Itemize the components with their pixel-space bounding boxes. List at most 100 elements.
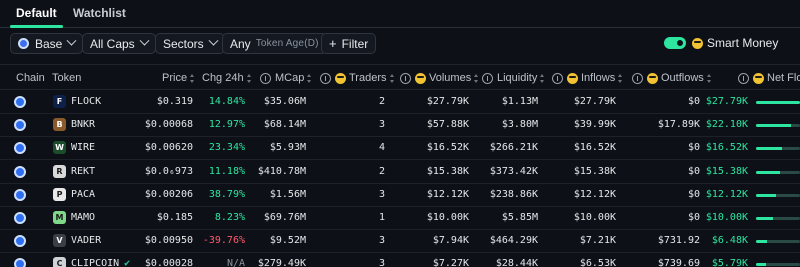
cell-liquidity: $238.86K — [489, 188, 538, 200]
token-symbol: PACA — [71, 188, 96, 200]
cell-netflow: $27.79K — [705, 96, 748, 107]
cell-mcap: $5.93M — [269, 142, 306, 154]
base-chain-icon — [14, 235, 26, 248]
cell-inflows: $10.00K — [573, 212, 616, 223]
column-chg-24h[interactable]: Chg 24h — [202, 72, 252, 84]
smart-money-icon — [647, 72, 658, 84]
token-name[interactable]: VADER — [71, 235, 101, 246]
table-row[interactable]: B BNKR $0.00068 12.97% $68.14M 3 $57.88K $3.80M… — [0, 114, 800, 138]
column-net-flow[interactable]: Net Flow — [738, 72, 800, 84]
column-traders-label: Traders — [349, 72, 387, 84]
table-row[interactable]: M MAMO $0.185 8.23% $69.76M 1 $10.00K $5.85M $10… — [0, 207, 800, 230]
cell-traders: 2 — [378, 96, 385, 107]
net-flow-bar — [756, 263, 800, 267]
caps-select[interactable]: All Caps — [82, 33, 156, 54]
cell-chg: 14.84% — [208, 96, 245, 107]
table-row[interactable]: P PACA $0.00206 38.79% $1.56M 3 $12.12K $238.86… — [0, 184, 800, 207]
token-symbol: VADER — [71, 235, 102, 247]
smart-money-icon — [335, 72, 346, 84]
token-name[interactable]: CLIPCOIN ✔ — [71, 258, 130, 267]
column-liquidity-label: Liquidity — [497, 72, 538, 84]
cell-netflow: $5.79K — [711, 258, 748, 267]
cell-traders: 3 — [378, 258, 385, 267]
cell-price: $0.185 — [156, 212, 193, 223]
token-name[interactable]: WIRE — [71, 142, 95, 153]
cell-chg: 23.34% — [208, 142, 245, 154]
tab-default[interactable]: Default — [16, 6, 57, 20]
token-icon: P — [53, 187, 66, 201]
cell-mcap: $35.06M — [263, 96, 306, 107]
token-name[interactable]: REKT — [71, 166, 95, 177]
token-symbol: WIRE — [71, 142, 96, 154]
smart-money-icon — [692, 37, 703, 49]
cell-inflows: $39.99K — [573, 119, 616, 131]
info-icon — [632, 72, 643, 84]
cell-mcap: $69.76M — [263, 212, 306, 223]
column-traders[interactable]: Traders — [320, 72, 395, 84]
column-mcap[interactable]: MCap — [260, 72, 312, 84]
cell-traders: 2 — [378, 165, 385, 177]
table-row[interactable]: F FLOCK $0.319 14.84% $35.06M 2 $27.79K $1.13M $… — [0, 91, 800, 114]
cell-volumes: $27.79K — [426, 96, 469, 107]
cell-inflows: $15.38K — [573, 165, 616, 177]
cell-outflows: $17.89K — [657, 119, 700, 131]
token-icon: V — [53, 234, 66, 248]
token-icon: R — [53, 164, 66, 178]
column-outflows-label: Outflows — [661, 72, 704, 84]
token-name[interactable]: BNKR — [71, 119, 95, 130]
chevron-down-icon — [66, 35, 77, 46]
cell-inflows: $7.21K — [579, 235, 616, 247]
net-flow-bar-fill — [756, 124, 792, 128]
net-flow-bar-fill — [756, 263, 766, 267]
cell-outflows: $0 — [687, 165, 700, 177]
cell-volumes: $7.94K — [432, 235, 469, 247]
net-flow-bar — [756, 240, 800, 244]
cell-liquidity: $5.85M — [501, 212, 538, 223]
cell-netflow: $22.10K — [705, 119, 748, 131]
cell-chg: N/A — [226, 258, 245, 267]
sectors-select[interactable]: Sectors — [155, 33, 225, 54]
tab-watchlist[interactable]: Watchlist — [73, 6, 126, 20]
base-chain-icon — [18, 38, 29, 49]
chevron-down-icon — [139, 35, 150, 46]
table-row[interactable]: C CLIPCOIN ✔ $0.00028 N/A $279.49K 3 $7.27K $28.… — [0, 253, 800, 267]
info-icon — [400, 72, 411, 84]
column-volumes[interactable]: Volumes — [400, 72, 479, 84]
sort-icon — [389, 73, 395, 83]
verified-icon: ✔ — [124, 258, 131, 267]
net-flow-bar — [756, 193, 800, 197]
cell-chg: 12.97% — [208, 119, 245, 131]
token-icon: B — [53, 118, 66, 132]
chevron-down-icon — [208, 35, 219, 46]
net-flow-bar — [756, 124, 800, 128]
net-flow-bar-fill — [756, 101, 800, 104]
add-filter-button[interactable]: + Filter — [321, 33, 377, 54]
table-header: Chain Token Price Chg 24h MCap Traders V… — [0, 64, 800, 90]
info-icon — [552, 72, 563, 84]
smart-money-label: Smart Money — [707, 36, 779, 50]
token-age-value: Any — [230, 36, 251, 51]
chain-select[interactable]: Base — [10, 33, 84, 54]
smart-money-toggle[interactable] — [664, 37, 686, 49]
base-chain-icon — [14, 188, 26, 201]
table-row[interactable]: V VADER $0.00950 -39.76% $9.52M 3 $7.94K $464.2… — [0, 230, 800, 254]
base-chain-icon — [14, 119, 26, 132]
token-age-label: Token Age(D) — [255, 38, 319, 49]
column-price[interactable]: Price — [162, 72, 195, 84]
net-flow-bar-fill — [756, 217, 773, 220]
token-name[interactable]: PACA — [71, 189, 95, 200]
cell-mcap: $68.14M — [263, 119, 306, 131]
table-row[interactable]: R REKT $0.0₆973 11.18% $410.78M 2 $15.38K $373.… — [0, 161, 800, 184]
column-token: Token — [52, 72, 82, 84]
column-liquidity[interactable]: Liquidity — [482, 72, 545, 84]
column-inflows[interactable]: Inflows — [552, 72, 623, 84]
token-name[interactable]: MAMO — [71, 212, 95, 223]
cell-volumes: $7.27K — [432, 258, 469, 267]
table-row[interactable]: W WIRE $0.00620 23.34% $5.93M 4 $16.52K $266.21… — [0, 137, 800, 161]
token-name[interactable]: FLOCK — [71, 96, 101, 107]
token-symbol: REKT — [71, 165, 96, 177]
token-age-filter[interactable]: Any Token Age(D) — [222, 33, 327, 54]
net-flow-bar — [756, 217, 800, 220]
add-filter-label: Filter — [341, 36, 369, 51]
column-outflows[interactable]: Outflows — [632, 72, 712, 84]
